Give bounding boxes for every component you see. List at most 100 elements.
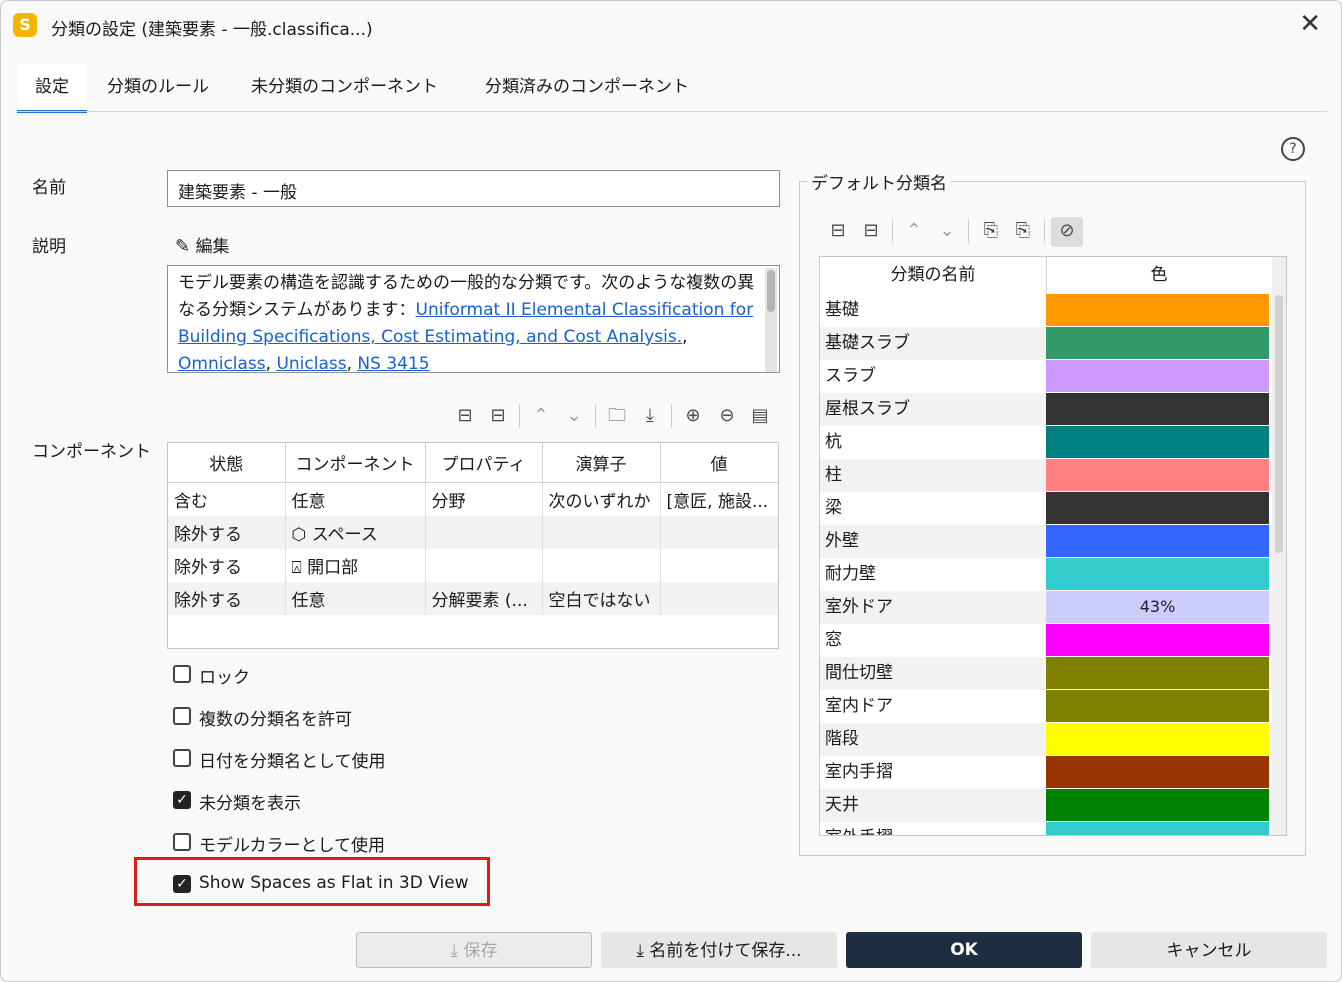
class-color-swatch[interactable] (1046, 525, 1269, 557)
clipboard-icon[interactable]: ▤ (746, 402, 774, 430)
dialog-window: S 分類の設定 (建築要素 - 一般.classifica...) ✕ 設定 分… (0, 0, 1342, 982)
hide-icon[interactable]: ⊘ (1051, 217, 1083, 247)
class-row[interactable]: 室内手摺 (820, 756, 1272, 789)
class-row[interactable]: スラブ (820, 360, 1272, 393)
col-header-property[interactable]: プロパティ (425, 443, 543, 483)
class-color-swatch[interactable] (1046, 558, 1269, 590)
class-color-swatch[interactable]: 43% (1046, 591, 1269, 623)
class-name: 室外手摺 (825, 822, 893, 835)
tab-classified[interactable]: 分類済みのコンポーネント (467, 63, 707, 111)
class-row[interactable]: 基礎 (820, 294, 1272, 327)
rules-table: 状態 コンポーネント プロパティ 演算子 値 含む 任意 分野 次のいずれか [… (167, 442, 779, 649)
col-header-operator[interactable]: 演算子 (542, 443, 661, 483)
link-omniclass[interactable]: Omniclass (178, 354, 266, 372)
import-icon[interactable]: ⤓ (636, 402, 664, 430)
table-row[interactable]: 除外する ⍓ 開口部 (168, 549, 778, 582)
cell-operator (542, 516, 661, 549)
add-class-icon[interactable]: ⊟ (824, 217, 852, 245)
table-row[interactable]: 含む 任意 分野 次のいずれか [意匠, 施設... (168, 482, 778, 516)
class-color-swatch[interactable] (1046, 360, 1269, 392)
class-name: 室外ドア (825, 597, 893, 617)
class-row[interactable]: 耐力壁 (820, 558, 1272, 591)
cancel-button[interactable]: キャンセル (1091, 932, 1327, 968)
class-row[interactable]: 室外手摺 (820, 822, 1272, 835)
class-row[interactable]: 天井 (820, 789, 1272, 822)
allow-multiple-checkbox[interactable] (173, 707, 191, 725)
cell-operator: 空白ではない (542, 582, 661, 615)
class-color-swatch[interactable] (1046, 294, 1269, 326)
move-down-icon[interactable]: ⌄ (560, 402, 588, 430)
class-row[interactable]: 階段 (820, 723, 1272, 756)
class-row[interactable]: 室内ドア (820, 690, 1272, 723)
cell-property: 分解要素 (... (425, 582, 543, 615)
use-date-label: 日付を分類名として使用 (199, 752, 386, 772)
class-row[interactable]: 屋根スラブ (820, 393, 1272, 426)
class-color-swatch[interactable] (1046, 624, 1269, 656)
tab-rules[interactable]: 分類のルール (89, 63, 227, 111)
folder-icon[interactable]: 🗀 (603, 402, 631, 430)
class-row[interactable]: 梁 (820, 492, 1272, 525)
cell-component: ⬡ スペース (285, 516, 426, 549)
tab-settings[interactable]: 設定 (17, 63, 87, 113)
description-scrollbar[interactable] (765, 268, 777, 372)
class-color-swatch[interactable] (1046, 756, 1269, 788)
col-header-state[interactable]: 状態 (168, 443, 286, 483)
ok-button[interactable]: OK (846, 932, 1082, 968)
col-header-color[interactable]: 色 (1047, 257, 1271, 295)
class-color-swatch[interactable] (1046, 822, 1269, 835)
export-class-icon[interactable]: ⎘ (1009, 217, 1037, 245)
class-color-swatch[interactable] (1046, 426, 1269, 458)
scrollbar-thumb[interactable] (767, 270, 775, 312)
col-header-component[interactable]: コンポーネント (285, 443, 426, 483)
table-row[interactable]: 除外する 任意 分解要素 (... 空白ではない (168, 582, 778, 615)
class-row[interactable]: 室外ドア 43% (820, 591, 1272, 624)
paste-remove-icon[interactable]: ⊖ (713, 402, 741, 430)
class-color-swatch[interactable] (1046, 789, 1269, 821)
class-color-swatch[interactable] (1046, 393, 1269, 425)
class-color-swatch[interactable] (1046, 723, 1269, 755)
class-name: スラブ (825, 366, 876, 386)
move-up-icon[interactable]: ⌃ (527, 402, 555, 430)
class-color-swatch[interactable] (1046, 459, 1269, 491)
class-color-swatch[interactable] (1046, 657, 1269, 689)
remove-class-icon[interactable]: ⊟ (857, 217, 885, 245)
link-uniclass[interactable]: Uniclass (276, 354, 346, 372)
class-move-down-icon[interactable]: ⌄ (933, 217, 961, 245)
download-icon: ⤓ (636, 941, 644, 961)
description-label: 説明 (32, 237, 66, 257)
class-color-swatch[interactable] (1046, 690, 1269, 722)
close-icon[interactable]: ✕ (1299, 9, 1321, 39)
class-row[interactable]: 外壁 (820, 525, 1272, 558)
save-button[interactable]: ⤓ 保存 (356, 932, 592, 968)
col-header-class-name[interactable]: 分類の名前 (820, 257, 1047, 295)
scrollbar-thumb[interactable] (1275, 295, 1283, 553)
class-row[interactable]: 柱 (820, 459, 1272, 492)
remove-row-icon[interactable]: ⊟ (484, 402, 512, 430)
class-color-swatch[interactable] (1046, 492, 1269, 524)
show-unclassified-checkbox[interactable]: ✓ (173, 791, 191, 809)
use-date-checkbox[interactable] (173, 749, 191, 767)
class-color-swatch[interactable] (1046, 327, 1269, 359)
description-box[interactable]: モデル要素の構造を認識するための一般的な分類です。次のような複数の異なる分類シス… (167, 265, 780, 373)
import-class-icon[interactable]: ⎘ (977, 217, 1005, 245)
help-icon[interactable]: ? (1281, 137, 1305, 161)
class-row[interactable]: 基礎スラブ (820, 327, 1272, 360)
class-row[interactable]: 杭 (820, 426, 1272, 459)
door-icon: ⍓ (291, 558, 302, 578)
model-color-checkbox[interactable] (173, 833, 191, 851)
table-row[interactable]: 除外する ⬡ スペース (168, 516, 778, 549)
class-move-up-icon[interactable]: ⌃ (900, 217, 928, 245)
class-row[interactable]: 窓 (820, 624, 1272, 657)
edit-button[interactable]: ✎ 編集 (175, 232, 230, 257)
tab-unclassified[interactable]: 未分類のコンポーネント (233, 63, 456, 111)
name-field[interactable]: 建築要素 - 一般 (167, 170, 780, 207)
col-header-value[interactable]: 値 (660, 443, 778, 483)
add-row-icon[interactable]: ⊟ (451, 402, 479, 430)
class-table-scrollbar[interactable] (1272, 257, 1286, 835)
link-ns3415[interactable]: NS 3415 (357, 354, 429, 372)
lock-checkbox[interactable] (173, 665, 191, 683)
paste-add-icon[interactable]: ⊕ (679, 402, 707, 430)
class-row[interactable]: 間仕切壁 (820, 657, 1272, 690)
save-as-button[interactable]: ⤓ 名前を付けて保存... (601, 932, 837, 968)
cell-component: 任意 (285, 482, 426, 516)
